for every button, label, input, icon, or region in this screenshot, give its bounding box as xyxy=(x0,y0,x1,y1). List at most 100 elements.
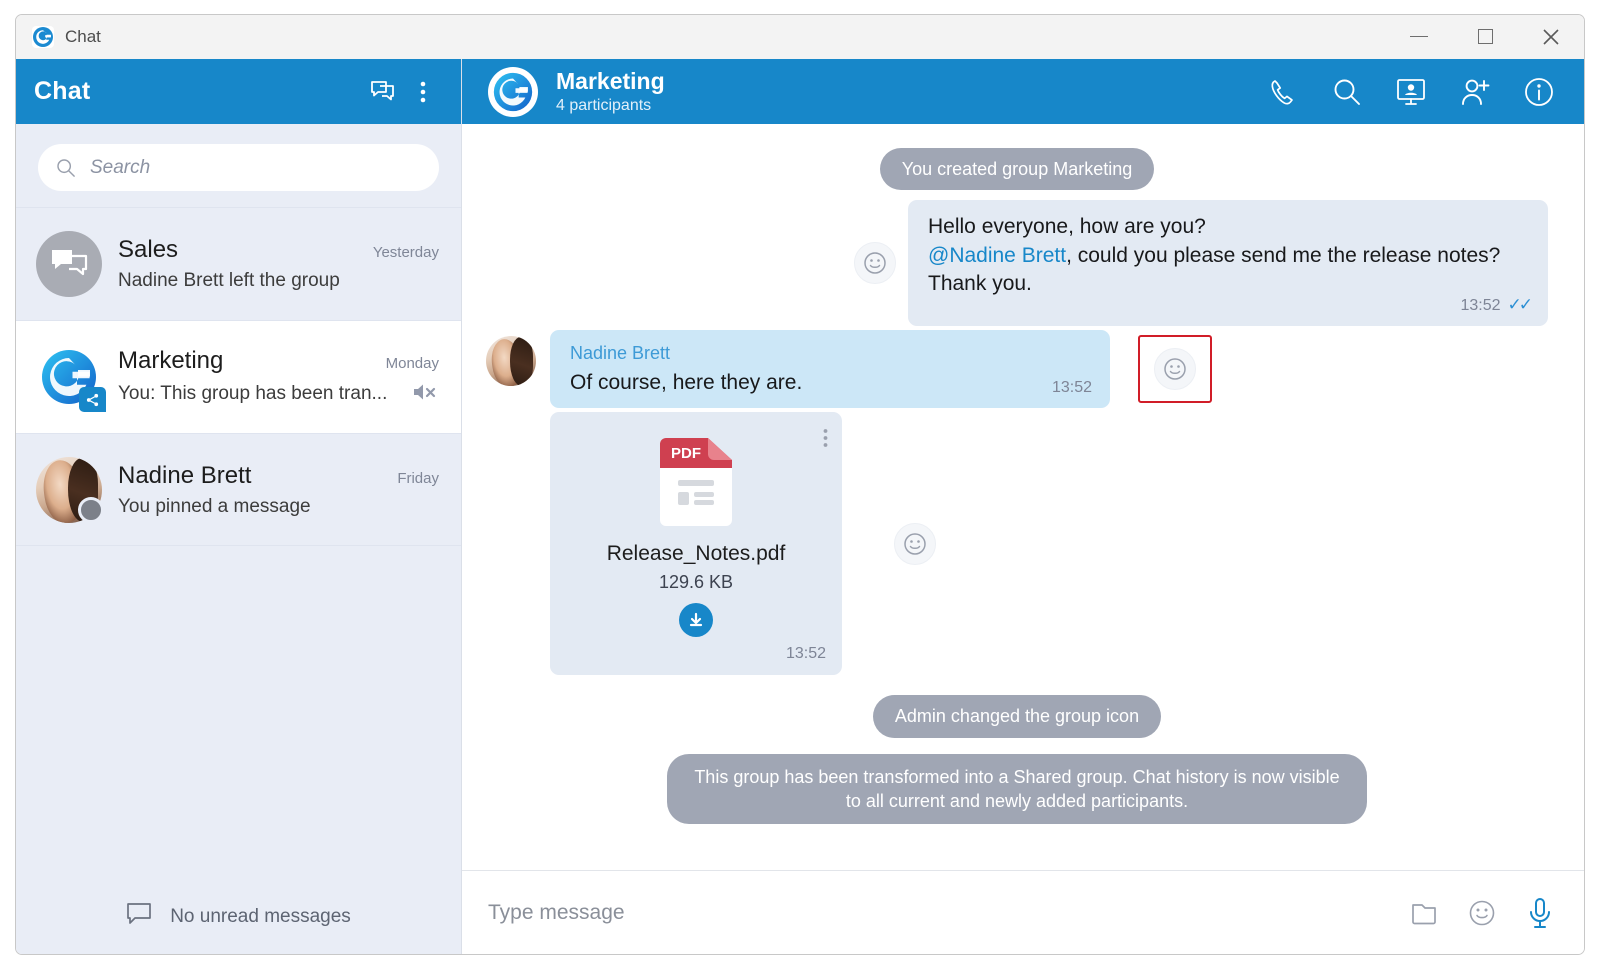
participants-count: 4 participants xyxy=(556,97,652,114)
emoji-picker-button[interactable] xyxy=(1462,893,1502,933)
file-name: Release_Notes.pdf xyxy=(606,542,786,566)
chat-info-button[interactable] xyxy=(1518,71,1560,113)
search-input[interactable] xyxy=(89,156,421,179)
chat-header-texts: Marketing 4 participants xyxy=(556,68,665,115)
chat-list: Sales Yesterday Nadine Brett left the gr… xyxy=(16,207,461,880)
chat-item-meta: Marketing Monday You: This group has bee… xyxy=(118,347,439,408)
message-text-line-1: Hello everyone, how are you? xyxy=(928,215,1206,239)
add-participant-icon xyxy=(1462,79,1490,105)
download-icon xyxy=(689,613,703,627)
search-icon xyxy=(57,158,75,177)
system-message-row: Admin changed the group icon xyxy=(486,695,1548,738)
file-size: 129.6 KB xyxy=(658,572,734,593)
sidebar-header: Chat xyxy=(16,59,461,124)
svg-text:PDF: PDF xyxy=(671,445,701,462)
chat-item-preview: You: This group has been tran... xyxy=(118,383,388,404)
call-icon xyxy=(1271,79,1293,105)
chat-bubble-icon xyxy=(126,902,152,932)
chat-title: Marketing xyxy=(556,68,665,94)
file-menu-button[interactable] xyxy=(823,428,828,453)
emoji-smiley-icon[interactable] xyxy=(1154,348,1196,391)
message-bubble-incoming: Nadine Brett Of course, here they are. 1… xyxy=(550,329,1110,409)
chat-item-preview: Nadine Brett left the group xyxy=(118,270,340,291)
maximize-button[interactable] xyxy=(1452,15,1518,59)
close-icon xyxy=(1543,28,1559,45)
window-title: Chat xyxy=(65,26,101,46)
chat-list-item-nadine-brett[interactable]: Nadine Brett Friday You pinned a message xyxy=(16,433,461,546)
add-participant-button[interactable] xyxy=(1454,71,1496,113)
close-button[interactable] xyxy=(1518,15,1584,59)
chat-item-top-row: Nadine Brett Friday xyxy=(118,462,439,490)
message-row-outgoing: Hello everyone, how are you? @Nadine Bre… xyxy=(486,200,1548,326)
chat-item-name: Sales xyxy=(118,236,179,263)
sidebar-footer: No unread messages xyxy=(16,880,461,954)
status-badge xyxy=(78,496,104,523)
window-title-bar: Chat xyxy=(16,15,1584,59)
new-chat-icon xyxy=(370,80,394,100)
mention-nadine-brett[interactable]: @Nadine Brett xyxy=(928,244,1066,267)
chat-item-meta: Sales Yesterday Nadine Brett left the gr… xyxy=(118,236,439,292)
chat-list-item-sales[interactable]: Sales Yesterday Nadine Brett left the gr… xyxy=(16,207,461,320)
message-text-line-2: @Nadine Brett, could you please send me … xyxy=(928,242,1530,299)
system-message: You created group Marketing xyxy=(879,148,1155,191)
person-photo-avatar xyxy=(486,335,536,386)
chat-header-avatar xyxy=(488,66,538,117)
more-vertical-icon xyxy=(420,81,426,102)
chat-item-bottom-row: You pinned a message xyxy=(118,496,439,518)
chat-item-meta: Nadine Brett Friday You pinned a message xyxy=(118,462,439,518)
emoji-smiley-icon[interactable] xyxy=(894,522,936,565)
chat-item-bottom-row: Nadine Brett left the group xyxy=(118,270,439,292)
avatar xyxy=(36,231,102,297)
avatar xyxy=(36,344,106,412)
message-content-row: Of course, here they are. 13:52 xyxy=(570,369,1092,398)
chat-list-item-marketing[interactable]: Marketing Monday You: This group has bee… xyxy=(16,320,461,433)
chat-item-time: Friday xyxy=(397,469,439,487)
sidebar-title: Chat xyxy=(34,77,91,105)
message-timestamp: 13:52 xyxy=(1460,296,1501,314)
messages-area: You created group Marketing Hello everyo… xyxy=(462,124,1584,870)
maximize-icon xyxy=(1477,29,1493,44)
chat-search-button[interactable] xyxy=(1326,71,1368,113)
reaction-button-highlight xyxy=(1138,335,1212,404)
minimize-button[interactable] xyxy=(1386,15,1452,59)
message-bubble-outgoing: Hello everyone, how are you? @Nadine Bre… xyxy=(908,200,1548,326)
chat-item-preview: You pinned a message xyxy=(118,495,311,517)
sidebar: Chat Search Sales Yesterday Nadine Brett… xyxy=(16,59,462,954)
message-row-file: PDF Release_Notes.pdf 129.6 KB 13:52 xyxy=(486,412,1548,676)
shared-group-badge-icon xyxy=(79,387,106,412)
file-timestamp: 13:52 xyxy=(785,645,826,663)
search-box[interactable] xyxy=(38,144,439,191)
chat-item-time: Yesterday xyxy=(372,244,439,261)
file-attachment-card[interactable]: PDF Release_Notes.pdf 129.6 KB 13:52 xyxy=(550,412,842,676)
system-message: This group has been transformed into a S… xyxy=(667,753,1367,825)
attach-folder-icon xyxy=(1412,903,1436,924)
voice-message-button[interactable] xyxy=(1520,893,1560,933)
screen-share-button[interactable] xyxy=(1390,71,1432,113)
emoji-smiley-icon xyxy=(1469,900,1495,925)
microphone-icon xyxy=(1530,897,1550,928)
screen-share-icon xyxy=(1397,78,1425,105)
title-bar-left: Chat xyxy=(16,25,101,48)
search-container xyxy=(16,124,461,207)
system-message: Admin changed the group icon xyxy=(872,695,1162,738)
chat-item-time: Monday xyxy=(385,354,439,372)
avatar xyxy=(486,335,536,386)
chat-item-bottom-row: You: This group has been tran... xyxy=(118,381,439,408)
speaker-mute-icon xyxy=(412,381,439,408)
message-composer xyxy=(462,870,1584,954)
sidebar-menu-button[interactable] xyxy=(403,72,443,112)
minimize-icon xyxy=(1410,35,1428,38)
message-input[interactable] xyxy=(488,900,1386,925)
emoji-smiley-icon[interactable] xyxy=(854,242,896,285)
download-button[interactable] xyxy=(679,603,713,638)
app-logo-icon xyxy=(32,25,54,48)
call-button[interactable] xyxy=(1262,71,1304,113)
attach-file-button[interactable] xyxy=(1404,893,1444,933)
chat-item-top-row: Marketing Monday xyxy=(118,347,439,375)
more-vertical-icon xyxy=(823,429,828,448)
system-message-row: You created group Marketing xyxy=(486,148,1548,191)
chat-item-name: Marketing xyxy=(118,346,224,374)
search-icon xyxy=(1334,79,1360,105)
message-row-incoming: Nadine Brett Of course, here they are. 1… xyxy=(486,329,1548,409)
new-chat-button[interactable] xyxy=(363,72,403,112)
